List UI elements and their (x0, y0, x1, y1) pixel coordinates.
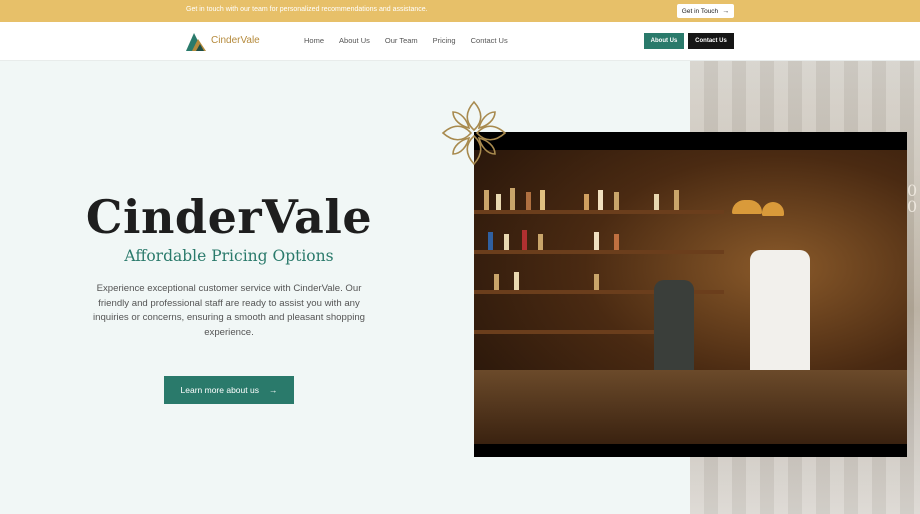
nav-link-pricing[interactable]: Pricing (433, 36, 456, 45)
about-us-button[interactable]: About Us (644, 33, 684, 49)
background-digits: 0 0 (907, 181, 918, 216)
get-in-touch-label: Get in Touch (681, 7, 719, 15)
photo-scene (474, 150, 907, 444)
brand-name[interactable]: CinderVale (211, 35, 260, 46)
floral-ornament-icon (441, 100, 507, 166)
cindervale-logo-icon[interactable] (186, 31, 208, 51)
announcement-bar: Get in touch with our team for personali… (0, 0, 920, 22)
hero-title: CinderVale (85, 190, 373, 244)
learn-more-label: Learn more about us (180, 385, 259, 395)
contact-us-button[interactable]: Contact Us (688, 33, 734, 49)
arrow-right-icon: → (268, 385, 278, 395)
arrow-right-icon: → (722, 7, 730, 15)
nav-link-contact-us[interactable]: Contact Us (471, 36, 508, 45)
store-interior-photo (474, 132, 907, 457)
learn-more-button[interactable]: Learn more about us → (164, 376, 294, 404)
nav-link-home[interactable]: Home (304, 36, 324, 45)
get-in-touch-button[interactable]: Get in Touch → (677, 4, 734, 18)
hero-description: Experience exceptional customer service … (93, 283, 365, 338)
hero-subtitle: Affordable Pricing Options (124, 247, 334, 265)
main-navbar: CinderVale Home About Us Our Team Pricin… (0, 22, 920, 61)
announcement-text: Get in touch with our team for personali… (186, 6, 428, 13)
display-counter (474, 370, 907, 444)
nav-links: Home About Us Our Team Pricing Contact U… (304, 36, 523, 45)
nav-link-our-team[interactable]: Our Team (385, 36, 418, 45)
background-partial-text: 0 0 (907, 183, 917, 215)
nav-link-about-us[interactable]: About Us (339, 36, 370, 45)
